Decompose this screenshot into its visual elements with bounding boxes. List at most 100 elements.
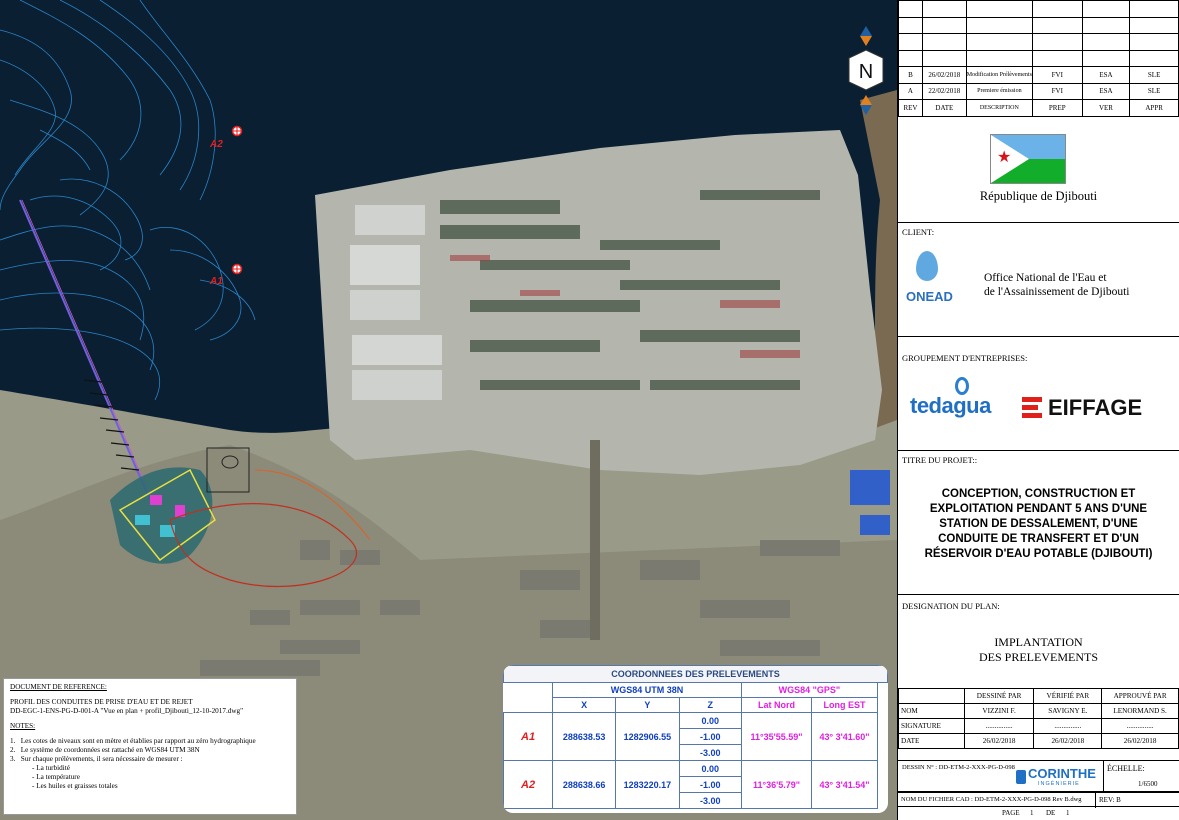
scale-label: ÉCHELLE: [1107, 764, 1145, 773]
revision-cell-rev: REV [898, 99, 923, 117]
cad-file-section: NOM DU FICHIER CAD : DD-ETM-2-XXX-PG-D-0… [898, 792, 1179, 808]
revision-cell-desc: Premiere émission [965, 82, 1033, 100]
revision-cell-appr [1129, 0, 1179, 18]
revision-cell-ver: ESA [1081, 66, 1131, 84]
marker-label-a2: A2 [209, 139, 223, 150]
revision-cell-rev: B [898, 66, 923, 84]
project-section: TITRE DU PROJET:: CONCEPTION, CONSTRUCTI… [898, 450, 1179, 594]
note-2: Le système de coordonnées est rattaché e… [20, 746, 200, 754]
onead-logo-text: ONEAD [906, 289, 953, 304]
project-title-line-3: STATION DE DESSALEMENT, D'UNE [939, 518, 1138, 530]
country-name: République de Djibouti [979, 189, 1098, 203]
revision-cell-prep [1031, 33, 1083, 51]
plan-section: DESIGNATION DU PLAN: IMPLANTATION DES PR… [898, 594, 1179, 688]
revision-cell-date: 22/02/2018 [921, 82, 967, 100]
coord-z: -3.00 [678, 744, 742, 761]
signature-verified: ............... [1033, 718, 1103, 734]
revision-cell-desc [965, 0, 1033, 18]
date-approved: 26/02/2018 [1101, 733, 1179, 749]
approved-by-header: APPROUVÉ PAR [1101, 688, 1179, 704]
date-row-label: DATE [898, 733, 965, 749]
revision-cell-desc: Modification Prélèvements [965, 66, 1033, 84]
revision-cell-rev [898, 49, 923, 67]
eiffage-logo-icon [1022, 397, 1042, 419]
client-section: CLIENT: ONEAD Office National de l'Eau e… [898, 222, 1179, 336]
verified-by-name: SAVIGNY E. [1033, 703, 1103, 719]
revision-cell-ver [1081, 33, 1131, 51]
verified-by-header: VÉRIFIÉ PAR [1033, 688, 1103, 704]
coord-lon-header: Long EST [811, 697, 878, 713]
revision-cell-prep [1031, 0, 1083, 18]
coord-row-a1: A1 288638.53 1282906.55 0.00 11°35'55.59… [503, 712, 888, 761]
note-1: Les cotes de niveaux sont en mètre et ét… [20, 737, 256, 745]
revision-cell-date: DATE [921, 99, 967, 117]
revision-cell-ver [1081, 0, 1131, 18]
revision-cell-rev [898, 33, 923, 51]
signature-drawn: ............... [963, 718, 1035, 734]
revision-cell-prep [1031, 49, 1083, 67]
coord-utm-header: WGS84 UTM 38N [552, 682, 742, 698]
coord-lon: 43° 3'41.60" [811, 712, 878, 761]
title-block: B 26/02/2018 Modification Prélèvements FVI E… [897, 0, 1179, 820]
coord-y-header: Y [615, 697, 680, 713]
project-title-line-2: EXPLOITATION PENDANT 5 ANS D'UNE [929, 503, 1148, 515]
page-de-label: DE [1046, 809, 1056, 817]
tedagua-logo: tedagua [910, 393, 991, 418]
country-section: ★ République de Djibouti [898, 116, 1179, 222]
corinthe-logo-icon [1016, 770, 1026, 784]
coord-z-header: Z [678, 697, 742, 713]
djibouti-flag-icon: ★ [990, 134, 1066, 184]
coord-y: 1282906.55 [615, 712, 680, 761]
coordinates-table: COORDONNEES DES PRELEVEMENTS WGS84 UTM 3… [503, 665, 888, 813]
coord-lat: 11°36'5.79" [740, 760, 813, 809]
revision-cell-prep: FVI [1031, 66, 1083, 84]
revision-cell-date [921, 0, 967, 18]
corinthe-logo: CORINTHE [1028, 766, 1096, 781]
revision-cell-ver: VER [1081, 99, 1131, 117]
revision-cell-prep: FVI [1031, 82, 1083, 100]
reference-line-2: DD-EGC-1-ENS-PG-D-001-A "Vue en plan + p… [10, 707, 244, 715]
note-bullet-1: - La turbidité [32, 764, 70, 772]
revision-cell-appr: SLE [1129, 66, 1179, 84]
coord-z: -3.00 [678, 792, 742, 809]
revision-cell-appr: APPR [1129, 99, 1179, 117]
reference-line-1: PROFIL DES CONDUITES DE PRISE D'EAU ET D… [10, 698, 193, 706]
revision-cell-appr [1129, 33, 1179, 51]
revision-cell-ver: ESA [1081, 82, 1131, 100]
note-bullet-3: - Les huiles et graisses totales [32, 782, 118, 790]
revision-row [898, 0, 1179, 18]
revision-cell-ver [1081, 16, 1131, 34]
coord-title: COORDONNEES DES PRELEVEMENTS [503, 665, 888, 683]
approved-by-name: LENORMAND S. [1101, 703, 1179, 719]
coord-y: 1283220.17 [615, 760, 680, 809]
date-drawn: 26/02/2018 [963, 733, 1035, 749]
coord-z: -1.00 [678, 728, 742, 745]
group-section: GROUPEMENT D'ENTREPRISES: tedagua EIFFAG… [898, 336, 1179, 450]
drawn-by-name: VIZZINI F. [963, 703, 1035, 719]
page-label: PAGE [1002, 809, 1020, 817]
group-label: GROUPEMENT D'ENTREPRISES: [902, 353, 1028, 363]
coord-z: 0.00 [678, 760, 742, 777]
note-3: Sur chaque prélèvements, il sera nécessa… [20, 755, 183, 763]
coord-z: -1.00 [678, 776, 742, 793]
page-section: PAGE 1 DE 1 [898, 807, 1179, 820]
drawn-by-header: DESSINÉ PAR [963, 688, 1035, 704]
revision-cell-ver [1081, 49, 1131, 67]
drawing-number: DESSIN N° : DD-ETM-2-XXX-PG-D-098 [902, 764, 1015, 771]
revision-row: A 22/02/2018 Premiere émission FVI ESA SLE [898, 82, 1179, 100]
client-name-line-1: Office National de l'Eau et [984, 272, 1107, 284]
coord-lat-header: Lat Nord [740, 697, 813, 713]
revision-cell-prep [1031, 16, 1083, 34]
revision-cell-rev: A [898, 82, 923, 100]
revision-cell-appr [1129, 49, 1179, 67]
cad-file-name: NOM DU FICHIER CAD : DD-ETM-2-XXX-PG-D-0… [901, 796, 1082, 803]
revision-cell-rev [898, 0, 923, 18]
signature-row-label: SIGNATURE [898, 718, 965, 734]
project-title-line-5: RÉSERVOIR D'EAU POTABLE (DJIBOUTI) [924, 548, 1153, 560]
revision-cell-appr: SLE [1129, 82, 1179, 100]
eiffage-logo: EIFFAGE [1048, 395, 1143, 420]
coord-x: 288638.53 [552, 712, 617, 761]
revision-row: B 26/02/2018 Modification Prélèvements FVI E… [898, 66, 1179, 84]
revision-cell-date [921, 49, 967, 67]
signature-table: DESSINÉ PAR VÉRIFIÉ PAR APPROUVÉ PAR NOM… [898, 688, 1179, 749]
